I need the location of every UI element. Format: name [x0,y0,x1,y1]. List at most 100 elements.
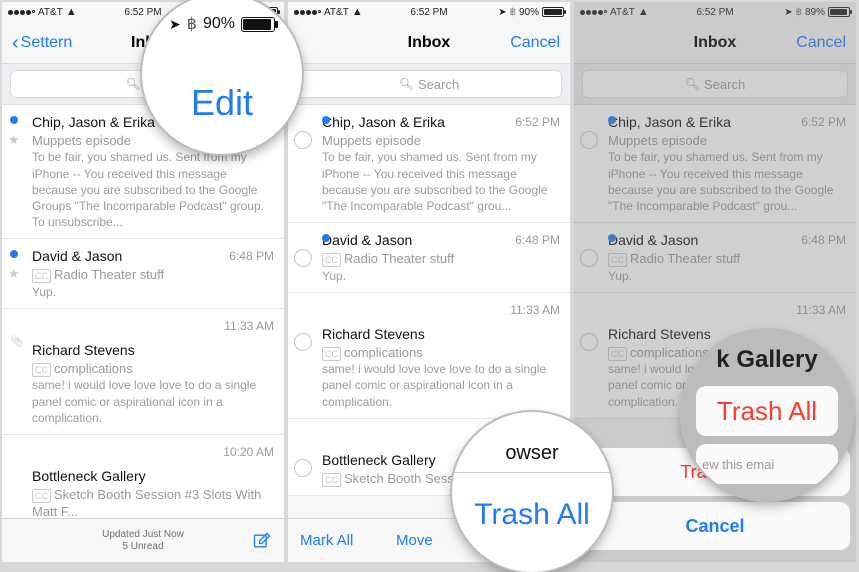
cc-badge: CC [608,253,627,267]
back-button[interactable]: ‹ Settern [12,33,72,53]
select-circle[interactable] [294,459,312,477]
search-icon: 🔍︎ [125,77,140,91]
cancel-button[interactable]: Cancel [510,34,560,52]
magnifier-trash-blue: owser Trash All [452,412,612,572]
magnifier-edit: ➤ ฿ 90% Edit [142,0,302,154]
chevron-left-icon: ‹ [12,33,19,53]
cc-badge: CC [32,269,51,283]
attachment-icon: 📎︎ [10,335,24,350]
unread-count-label: 5 Unread [2,541,284,553]
mail-row[interactable]: David & Jason 6:48 PM CCRadio Theater st… [574,223,856,293]
cc-badge: CC [322,473,341,487]
unread-dot-icon [322,116,330,124]
divider [452,472,612,473]
nav-bar: Inbox Cancel [288,22,570,64]
edit-button-zoom[interactable]: Edit [191,82,253,124]
preview-label: To be fair, you shamed us. Sent from my … [32,149,274,230]
mark-all-button[interactable]: Mark All [300,532,353,549]
nav-bar: Inbox Cancel [574,22,856,64]
preview-label: Yup. [322,268,560,284]
time-label: 10:20 AM [223,444,274,460]
cc-badge: CC [322,253,341,267]
bluetooth-icon: ฿ [510,7,516,18]
unread-dot-icon [10,116,18,124]
select-circle[interactable] [580,249,598,267]
cc-badge: CC [322,347,341,361]
sheet-cancel-button[interactable]: Cancel [580,502,850,550]
time-label: 6:52 PM [515,114,560,130]
search-wrap: 🔍︎ Search [288,64,570,105]
star-icon: ★ [8,131,20,149]
time-label: 11:33 AM [224,318,274,334]
trash-all-red-zoom[interactable]: Trash All [696,386,838,436]
search-wrap: 🔍︎ Search [574,64,856,105]
zoom-fragment: ew this emai [696,444,838,484]
search-input[interactable]: 🔍︎ Search [582,70,848,98]
subject-label: CCSketch Booth Session #3 Slots With Mat… [32,486,274,521]
select-circle[interactable] [294,333,312,351]
subject-label: CCcomplications [322,344,560,362]
carrier-label: AT&T [324,7,349,18]
star-icon: ★ [8,265,20,283]
subject-label: CCRadio Theater stuff [32,266,274,284]
unread-dot-icon [608,116,616,124]
cc-badge: CC [608,347,627,361]
battery-icon [241,17,275,32]
mail-row[interactable]: 📎︎ Richard Stevens 11:33 AM CCcomplicati… [2,309,284,435]
select-circle[interactable] [294,131,312,149]
preview-label: Yup. [32,284,274,300]
location-icon: ➤ [169,16,181,33]
preview-label: Yup. [608,268,846,284]
time-label: 6:48 PM [229,248,274,264]
magnifier-trash-red: k Gallery Trash All ew this emai [682,330,852,500]
bluetooth-icon: ฿ [796,7,802,18]
zoom-fragment: owser [505,442,558,465]
carrier-label: AT&T [610,7,635,18]
sender-label: Richard Stevens [322,325,560,344]
signal-dots-icon [294,10,321,15]
signal-dots-icon [8,10,35,15]
select-circle[interactable] [580,131,598,149]
bluetooth-icon: ฿ [187,14,197,34]
time-label: 6:48 PM [801,232,846,248]
time-label: 6:48 PM [515,232,560,248]
battery-icon [542,7,564,17]
signal-dots-icon [580,10,607,15]
sender-label: Richard Stevens [32,341,274,360]
preview-label: To be fair, you shamed us. Sent from my … [322,149,560,214]
unread-dot-icon [10,250,18,258]
time-label: 6:52 PM [801,114,846,130]
status-bar: AT&T ▲ 6:52 PM ➤ ฿ 89% [574,2,856,22]
select-circle[interactable] [580,333,598,351]
preview-label: same! i would love love love to do a sin… [322,361,560,410]
mail-row[interactable]: Chip, Jason & Erika 6:52 PM Muppets epis… [574,105,856,223]
search-icon: 🔍︎ [399,77,414,91]
trash-all-zoom[interactable]: Trash All [474,498,590,532]
mail-row[interactable]: Chip, Jason & Erika 6:52 PM Muppets epis… [288,105,570,223]
preview-label: To be fair, you shamed us. Sent from my … [608,149,846,214]
mail-row[interactable]: David & Jason 6:48 PM CCRadio Theater st… [288,223,570,293]
location-icon: ➤ [784,7,792,18]
wifi-icon: ▲ [352,6,363,18]
subject-label: CCRadio Theater stuff [322,250,560,268]
cc-badge: CC [32,363,51,377]
mail-row[interactable]: ★ David & Jason 6:48 PM CCRadio Theater … [2,239,284,309]
mail-row[interactable]: Richard Stevens 11:33 AM CCcomplications… [288,293,570,419]
subject-label: CCcomplications [32,360,274,378]
select-circle[interactable] [294,249,312,267]
time-label: 11:33 AM [510,302,560,318]
battery-pct: 90% [519,7,539,18]
subject-label: CCRadio Theater stuff [608,250,846,268]
search-input[interactable]: 🔍︎ Search [296,70,562,98]
time-label: 11:33 AM [796,302,846,318]
battery-pct-zoom: 90% [203,15,235,33]
status-bar: AT&T ▲ 6:52 PM ➤ ฿ 90% [288,2,570,22]
zoom-fragment: k Gallery [716,346,817,374]
battery-icon [828,7,850,17]
move-button[interactable]: Move [396,532,433,549]
compose-button[interactable] [252,531,272,551]
cancel-button[interactable]: Cancel [796,34,846,52]
subject-label: Muppets episode [608,132,846,150]
updated-label: Updated Just Now [2,529,284,541]
battery-pct: 89% [805,7,825,18]
